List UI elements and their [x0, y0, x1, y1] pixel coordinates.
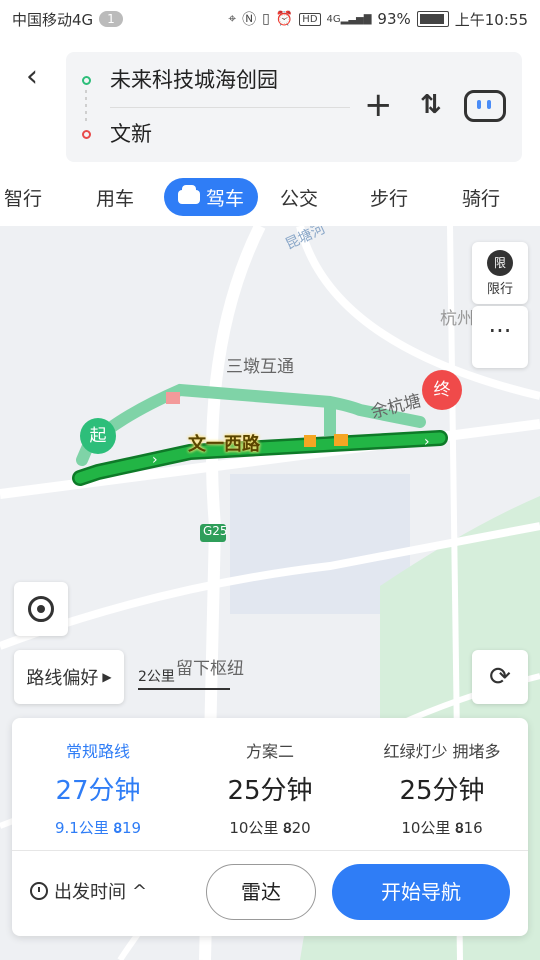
tab-transit[interactable]: 公交 — [280, 184, 318, 211]
tab-driving-label: 驾车 — [206, 187, 245, 210]
plan-distance: 10公里 — [229, 819, 279, 837]
sim-badge: 1 — [99, 11, 123, 27]
map-label-highway: G25 — [203, 524, 228, 538]
refresh-icon: ⟳ — [489, 662, 511, 692]
car-icon — [178, 185, 200, 204]
traffic-light-icon: 𝟖 — [455, 819, 464, 837]
destination-field[interactable]: 文新 — [110, 118, 152, 148]
departure-time-label: 出发时间 — [54, 882, 126, 903]
plan-meta: 9.1公里 𝟖19 — [12, 817, 184, 838]
clock-time: 上午10:55 — [454, 10, 528, 29]
chevron-up-icon: ^ — [132, 880, 148, 902]
route-preference-label: 路线偏好 — [26, 668, 99, 689]
restriction-icon: 限 — [487, 250, 513, 276]
road-name-label: 文一西路 — [188, 434, 260, 455]
plan-meta: 10公里 𝟖16 — [356, 817, 528, 838]
location-icon: ⌖ — [228, 11, 237, 27]
route-plans-card: 常规路线 27分钟 9.1公里 𝟖19 方案二 25分钟 10公里 𝟖20 红绿… — [12, 718, 528, 936]
caret-right-icon: ▶ — [102, 670, 112, 684]
card-divider — [12, 850, 528, 851]
more-icon: ··· — [488, 317, 512, 345]
route-preference-button[interactable]: 路线偏好 ▶ — [14, 650, 124, 704]
slow-segment — [334, 434, 348, 446]
congestion-segment — [166, 392, 180, 404]
direction-arrow-icon: › — [424, 434, 430, 450]
locate-button[interactable] — [14, 582, 68, 636]
start-marker[interactable]: 起 — [80, 418, 116, 454]
origin-dot-icon — [82, 76, 91, 85]
traffic-restriction-button[interactable]: 限 限行 — [472, 242, 528, 304]
departure-time-button[interactable]: 出发时间 ^ — [30, 878, 147, 904]
plan-lights: 20 — [291, 819, 311, 837]
plan-label: 红绿灯少 拥堵多 — [383, 742, 501, 761]
route-connector — [85, 90, 87, 124]
plan-time: 25分钟 — [399, 776, 485, 806]
plan-distance: 10公里 — [401, 819, 451, 837]
travel-mode-tabs: 智行 用车 驾车 公交 步行 骑行 — [0, 170, 540, 226]
field-divider — [110, 107, 350, 108]
traffic-light-icon: 𝟖 — [283, 819, 292, 837]
plan-time: 27分钟 — [55, 776, 141, 806]
traffic-light-icon: 𝟖 — [113, 819, 122, 837]
locate-icon — [28, 596, 54, 622]
battery-icon — [416, 11, 449, 27]
hd-icon: HD — [299, 12, 321, 26]
plan-option[interactable]: 方案二 25分钟 10公里 𝟖20 — [184, 738, 356, 838]
tab-walking[interactable]: 步行 — [370, 184, 408, 211]
plan-distance: 9.1公里 — [54, 819, 109, 837]
swap-route-icon[interactable]: ⇅ — [420, 90, 442, 120]
plan-label: 方案二 — [245, 742, 294, 761]
plan-option[interactable]: 红绿灯少 拥堵多 25分钟 10公里 𝟖16 — [356, 738, 528, 838]
tab-smart[interactable]: 智行 — [4, 184, 42, 211]
start-navigation-button[interactable]: 开始导航 — [332, 864, 510, 920]
origin-field[interactable]: 未来科技城海创园 — [110, 64, 278, 94]
plan-meta: 10公里 𝟖20 — [184, 817, 356, 838]
vibrate-icon: ▯ — [262, 11, 270, 27]
carrier-label: 中国移动4G — [12, 10, 94, 29]
plan-label: 常规路线 — [65, 742, 130, 761]
map-label-hangzhou: 杭州 — [440, 309, 474, 329]
map-label-sandun: 三墩互通 — [226, 357, 294, 377]
route-input-box: 未来科技城海创园 文新 + ⇅ — [66, 52, 522, 162]
signal-label: 4G — [326, 13, 341, 25]
restriction-label: 限行 — [486, 282, 513, 297]
add-waypoint-icon[interactable]: + — [364, 88, 393, 122]
end-marker[interactable]: 终 — [422, 370, 462, 410]
clock-icon — [30, 882, 48, 900]
back-button[interactable]: ‹ — [26, 62, 50, 92]
tab-driving[interactable]: 驾车 — [164, 178, 259, 216]
route-header: ‹ 未来科技城海创园 文新 + ⇅ — [0, 38, 540, 170]
plan-lights: 16 — [463, 819, 483, 837]
more-button[interactable]: ··· — [472, 306, 528, 368]
slow-segment — [304, 435, 316, 447]
tab-ride-hailing[interactable]: 用车 — [96, 184, 134, 211]
status-bar: 中国移动4G 1 ⌖ Ⓝ ▯ ⏰ HD 4G▂▃▅▇ 93% 上午10:55 — [0, 0, 540, 38]
map-scale: 2公里 — [138, 666, 230, 690]
battery-percent: 93% — [377, 10, 411, 28]
destination-dot-icon — [82, 130, 91, 139]
status-icons: ⌖ Ⓝ ▯ ⏰ HD 4G▂▃▅▇ 93% 上午10:55 — [228, 0, 528, 38]
refresh-route-button[interactable]: ⟳ — [472, 650, 528, 704]
plan-lights: 19 — [121, 819, 142, 837]
signal-icon: 4G▂▃▅▇ — [326, 13, 372, 25]
scale-label: 2公里 — [138, 669, 175, 685]
tab-cycling[interactable]: 骑行 — [462, 184, 500, 211]
plan-time: 25分钟 — [227, 776, 313, 806]
nfc-icon: Ⓝ — [242, 12, 257, 28]
scale-bar — [138, 688, 230, 690]
voice-assistant-icon[interactable] — [464, 90, 506, 122]
alarm-icon: ⏰ — [275, 11, 294, 27]
plan-option[interactable]: 常规路线 27分钟 9.1公里 𝟖19 — [12, 738, 184, 838]
radar-button[interactable]: 雷达 — [206, 864, 316, 920]
direction-arrow-icon: › — [152, 452, 158, 468]
